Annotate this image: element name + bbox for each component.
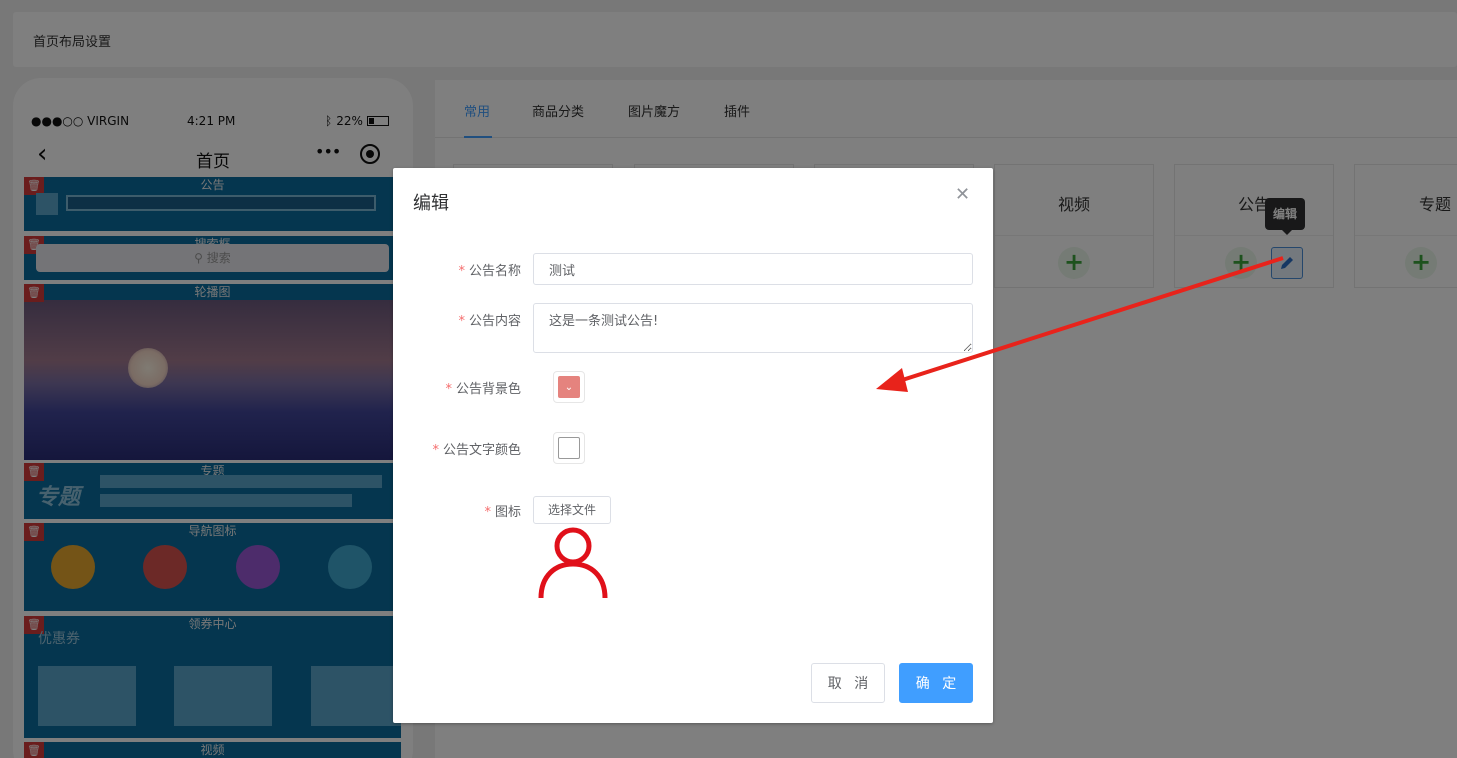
form-label-text: 公告背景色 (455, 382, 521, 397)
form-label: * 图标 (393, 501, 521, 520)
required-mark: * (432, 443, 439, 458)
form-label: * 公告名称 (393, 260, 521, 279)
form-label: * 公告文字颜色 (393, 439, 521, 458)
notice-name-input[interactable] (533, 253, 973, 285)
required-mark: * (458, 264, 465, 279)
bg-color-picker[interactable]: ⌄ (553, 371, 585, 403)
notice-content-textarea[interactable]: 这是一条测试公告! (533, 303, 973, 353)
color-swatch: ⌄ (558, 376, 580, 398)
form-label-text: 公告名称 (468, 264, 521, 279)
required-mark: * (458, 314, 465, 329)
cancel-button[interactable]: 取 消 (811, 663, 885, 703)
form-label-text: 图标 (494, 505, 521, 520)
form-label: * 公告内容 (393, 310, 521, 329)
dialog-title: 编辑 (413, 193, 449, 214)
form-label-text: 公告内容 (468, 314, 521, 329)
chevron-down-icon: ⌄ (564, 381, 574, 393)
color-swatch (558, 437, 580, 459)
form-label-text: 公告文字颜色 (442, 443, 521, 458)
required-mark: * (484, 505, 491, 520)
confirm-button[interactable]: 确 定 (899, 663, 973, 703)
form-label: * 公告背景色 (393, 378, 521, 397)
required-mark: * (445, 382, 452, 397)
text-color-picker[interactable] (553, 432, 585, 464)
user-icon (538, 527, 608, 598)
close-icon[interactable]: ✕ (955, 184, 970, 206)
choose-file-button[interactable]: 选择文件 (533, 496, 612, 524)
edit-dialog: 编辑 ✕ *公告名称 *公告内容 这是一条测试公告! *公告背景色 ⌄ *公告文… (393, 168, 993, 723)
